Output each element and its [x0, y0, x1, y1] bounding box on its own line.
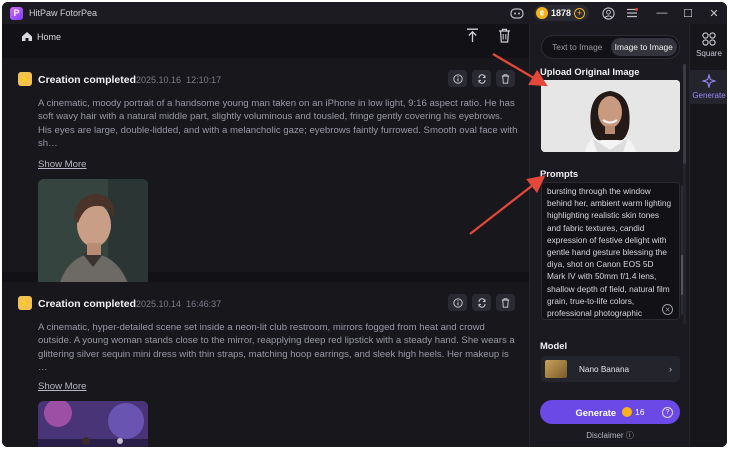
- generate-panel: Text to Image Image to Image Upload Orig…: [529, 24, 689, 447]
- sparkle-icon: [690, 73, 727, 90]
- card-title: Creation completed: [38, 74, 137, 86]
- card-date: 2025.10.14: [136, 299, 182, 309]
- side-rail: Square Generate: [689, 24, 727, 447]
- export-icon[interactable]: [466, 28, 480, 44]
- tab-image-to-image[interactable]: Image to Image: [610, 38, 677, 56]
- card-actions: [448, 70, 515, 87]
- maximize-icon[interactable]: ☐: [675, 7, 701, 20]
- result-thumbnail[interactable]: [38, 401, 148, 447]
- info-icon: ⓘ: [625, 431, 634, 440]
- result-thumbnail[interactable]: [38, 179, 148, 289]
- coin-icon: [622, 407, 633, 417]
- delete-button[interactable]: [496, 294, 515, 311]
- app-window: P HitPaw FotorPea ¢ 1878 + — ☐ ✕ Home ⚡ …: [2, 2, 727, 447]
- info-button[interactable]: [448, 294, 467, 311]
- menu-icon[interactable]: [625, 6, 639, 20]
- generate-button[interactable]: Generate 16 ?: [540, 400, 680, 424]
- credits-balance: 1878: [550, 8, 571, 18]
- card-time: 16:46:37: [186, 299, 222, 309]
- upload-section-label: Upload Original Image: [540, 66, 640, 77]
- title-bar: P HitPaw FotorPea ¢ 1878 + — ☐ ✕: [2, 2, 727, 24]
- model-thumbnail: [545, 360, 567, 378]
- title-bar-controls: ¢ 1878 + — ☐ ✕: [510, 2, 727, 24]
- panel-scrollbar[interactable]: [683, 64, 686, 324]
- uploaded-image[interactable]: [541, 80, 680, 152]
- generate-cost: 16: [635, 407, 645, 417]
- card-timestamp: 2025.10.14 16:46:37: [136, 299, 221, 309]
- regenerate-button[interactable]: [472, 70, 491, 87]
- prompt-textarea[interactable]: bursting through the window behind her, …: [541, 182, 680, 320]
- show-more-link[interactable]: Show More: [38, 159, 87, 170]
- delete-button[interactable]: [496, 70, 515, 87]
- disclaimer-label: Disclaimer: [586, 431, 624, 440]
- help-icon[interactable]: ?: [662, 406, 673, 418]
- show-more-link[interactable]: Show More: [38, 381, 87, 392]
- tab-text-to-image[interactable]: Text to Image: [544, 38, 611, 56]
- prompts-section-label: Prompts: [540, 168, 579, 179]
- grid-icon: [690, 32, 727, 48]
- discord-icon[interactable]: [510, 6, 524, 20]
- card-date: 2025.10.16: [136, 75, 182, 85]
- plus-icon[interactable]: +: [574, 7, 585, 19]
- rail-item-generate[interactable]: Generate: [690, 70, 727, 104]
- chevron-right-icon: ›: [669, 364, 672, 374]
- creation-card: ⚡ Creation completed 2025.10.14 16:46:37…: [2, 282, 529, 447]
- prompt-input-text[interactable]: bursting through the window behind her, …: [547, 185, 673, 319]
- close-icon[interactable]: ✕: [701, 7, 727, 20]
- app-title: HitPaw FotorPea: [29, 8, 98, 18]
- panel-scrollbar-thumb[interactable]: [683, 64, 686, 164]
- info-button[interactable]: [448, 70, 467, 87]
- card-title: Creation completed: [38, 298, 137, 310]
- model-name: Nano Banana: [579, 364, 630, 374]
- generate-label: Generate: [575, 406, 617, 418]
- app-logo-icon: P: [10, 6, 23, 20]
- rail-item-square[interactable]: Square: [690, 32, 727, 64]
- feed-toolbar: Home: [2, 24, 529, 50]
- lightning-icon: ⚡: [18, 296, 32, 310]
- rail-label: Square: [696, 49, 722, 58]
- card-timestamp: 2025.10.16 12:10:17: [136, 75, 221, 85]
- trash-icon[interactable]: [498, 28, 512, 44]
- coin-icon: ¢: [535, 7, 548, 19]
- home-icon[interactable]: [21, 31, 33, 43]
- mode-toggle: Text to Image Image to Image: [541, 35, 680, 59]
- model-selector[interactable]: Nano Banana ›: [541, 356, 680, 382]
- home-link[interactable]: Home: [37, 32, 61, 42]
- card-actions: [448, 294, 515, 311]
- credits-pill[interactable]: ¢ 1878 +: [533, 5, 589, 21]
- history-feed: Home ⚡ Creation completed 2025.10.16 12:…: [2, 24, 529, 447]
- rail-label: Generate: [692, 91, 726, 100]
- card-time: 12:10:17: [186, 75, 222, 85]
- prompt-text: A cinematic, moody portrait of a handsom…: [38, 98, 518, 150]
- account-icon[interactable]: [601, 6, 615, 20]
- minimize-icon[interactable]: —: [649, 7, 675, 19]
- regenerate-button[interactable]: [472, 294, 491, 311]
- prompt-text: A cinematic, hyper-detailed scene set in…: [38, 322, 515, 374]
- disclaimer-link[interactable]: Disclaimer ⓘ: [530, 430, 690, 441]
- lightning-icon: ⚡: [18, 72, 32, 86]
- clear-icon[interactable]: ✕: [662, 304, 673, 315]
- creation-card: ⚡ Creation completed 2025.10.16 12:10:17…: [2, 58, 529, 289]
- model-section-label: Model: [540, 340, 568, 351]
